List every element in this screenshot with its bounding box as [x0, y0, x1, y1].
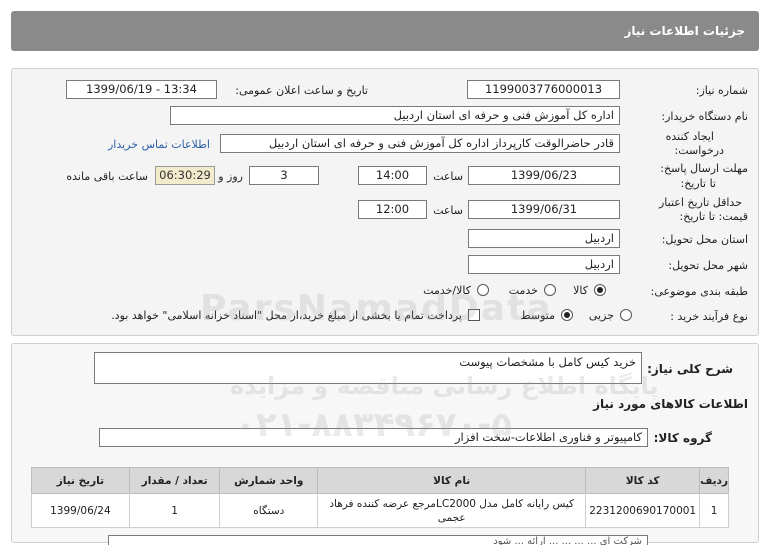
creator-field: قادر حاضرالوقت کارپرداز اداره کل آموزش ف…: [220, 134, 620, 153]
process-label: نوع فرآیند خرید :: [670, 310, 748, 323]
city-label: شهر محل تحویل:: [668, 259, 748, 272]
province-label: استان محل تحویل:: [661, 233, 748, 246]
buyer-contact-link[interactable]: اطلاعات تماس خریدار: [108, 138, 210, 151]
col-item-name: نام کالا: [317, 467, 587, 494]
cell-need-date: 1399/06/24: [31, 493, 130, 528]
table-row: 1 2231200690170001 کیس رایانه کامل مدل L…: [31, 493, 729, 528]
col-unit: واحد شمارش: [219, 467, 319, 494]
category-label: طبقه بندی موضوعی:: [650, 285, 748, 298]
deadline-time-field: 14:00: [358, 166, 427, 185]
creator-label-1: ایجاد کننده: [665, 130, 714, 143]
goods-group-label: گروه کالا:: [653, 431, 712, 445]
process-minor-label: جزیی: [588, 309, 614, 322]
items-table: ردیف کد کالا نام کالا واحد شمارش تعداد /…: [31, 467, 729, 528]
category-goods-service-radio[interactable]: [477, 284, 489, 296]
validity-time-field: 12:00: [358, 200, 427, 219]
cell-row-number: 1: [699, 493, 729, 528]
city-field: اردبیل: [468, 255, 620, 274]
buyer-field: اداره کل آموزش فنی و حرفه ای استان اردبی…: [170, 106, 620, 125]
deadline-label-1: مهلت ارسال پاسخ:: [660, 162, 748, 175]
cell-item-code: 2231200690170001: [585, 493, 701, 528]
col-row-number: ردیف: [699, 467, 729, 494]
cell-unit: دستگاه: [219, 493, 319, 528]
col-need-date: تاریخ نیاز: [31, 467, 130, 494]
days-label: روز و: [218, 170, 243, 183]
validity-label-2: قیمت: تا تاریخ:: [679, 210, 748, 223]
treasury-payment-note: پرداخت تمام یا بخشی از مبلغ خرید،از محل …: [111, 309, 462, 322]
remaining-time-field: 06:30:29: [155, 166, 215, 185]
items-table-header: ردیف کد کالا نام کالا واحد شمارش تعداد /…: [31, 467, 729, 494]
deadline-date-field: 1399/06/23: [468, 166, 620, 185]
goods-group-field: کامپیوتر و فناوری اطلاعات-سخت افزار: [99, 428, 648, 447]
category-goods-radio[interactable]: [594, 284, 606, 296]
province-field: اردبیل: [468, 229, 620, 248]
validity-date-field: 1399/06/31: [468, 200, 620, 219]
validity-time-label: ساعت: [433, 204, 463, 217]
page-title: جزئیات اطلاعات نیاز: [624, 24, 745, 38]
remaining-label: ساعت باقی مانده: [66, 170, 148, 183]
category-service-label: خدمت: [508, 284, 538, 297]
days-field: 3: [249, 166, 319, 185]
buyer-label: نام دستگاه خریدار:: [661, 110, 748, 123]
creator-label-2: درخواست:: [674, 144, 724, 157]
summary-field: خرید کیس کامل با مشخصات پیوست: [94, 352, 642, 384]
need-number-field: 1199003776000013: [467, 80, 620, 99]
treasury-payment-checkbox[interactable]: [468, 309, 480, 321]
category-service-radio[interactable]: [544, 284, 556, 296]
partial-description-field: شرکت ای ... ... ... ... ارائه ... شود: [108, 535, 648, 545]
validity-label-1: حداقل تاریخ اعتبار: [658, 196, 742, 209]
category-goods-label: کالا: [573, 284, 588, 297]
summary-label: شرح کلی نیاز:: [647, 362, 733, 376]
deadline-label-2: تا تاریخ:: [680, 177, 716, 190]
goods-info-title: اطلاعات کالاهای مورد نیاز: [593, 397, 748, 411]
category-goods-service-label: کالا/خدمت: [423, 284, 471, 297]
cell-quantity: 1: [128, 493, 221, 528]
process-minor-radio[interactable]: [620, 309, 632, 321]
cell-item-name: کیس رایانه کامل مدل LC2000مرجع عرضه کنند…: [317, 493, 587, 528]
announce-label: تاریخ و ساعت اعلان عمومی:: [235, 84, 368, 97]
col-quantity: تعداد / مقدار: [128, 467, 221, 494]
page-title-bar: جزئیات اطلاعات نیاز: [11, 11, 759, 51]
announce-field: 1399/06/19 - 13:34: [66, 80, 217, 99]
process-medium-radio[interactable]: [561, 309, 573, 321]
process-medium-label: متوسط: [520, 309, 555, 322]
deadline-time-label: ساعت: [433, 170, 463, 183]
col-item-code: کد کالا: [585, 467, 701, 494]
need-number-label: شماره نیاز:: [695, 84, 748, 97]
